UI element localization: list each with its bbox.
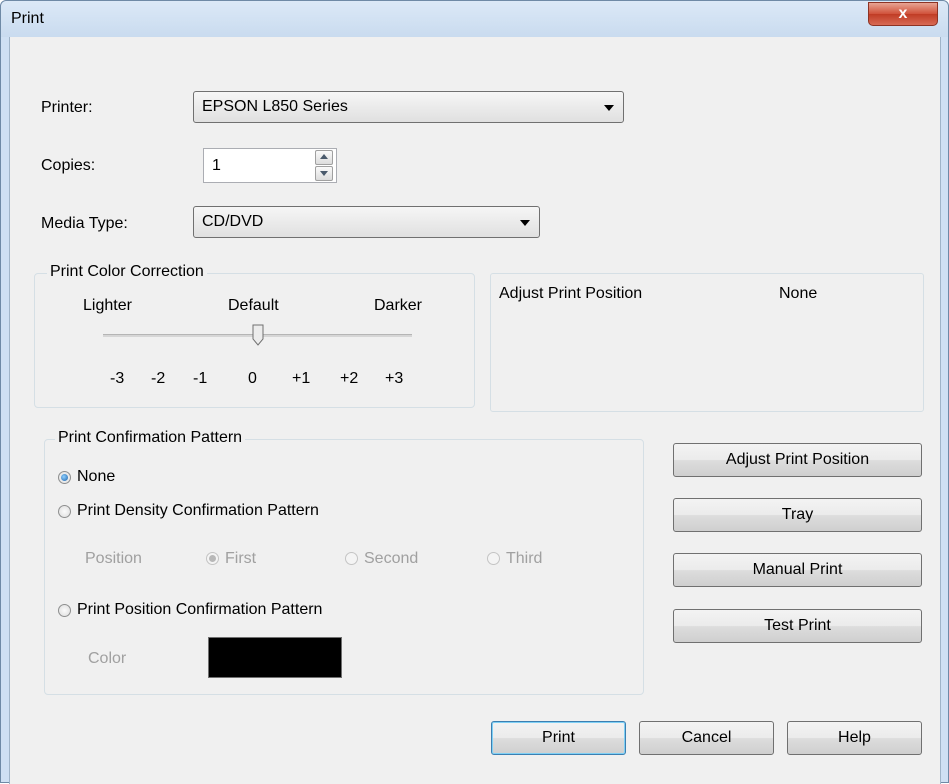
adjust-info-value: None: [779, 285, 818, 302]
confirmation-title: Print Confirmation Pattern: [55, 429, 246, 447]
printer-label: Printer:: [41, 99, 93, 116]
dialog-body: Printer: EPSON L850 Series Copies: 1 Med…: [9, 37, 941, 784]
third-radio-label[interactable]: Third: [506, 550, 542, 568]
arrow-down-icon: [320, 171, 328, 176]
density-radio[interactable]: [58, 505, 71, 518]
color-label: Color: [88, 650, 127, 667]
copies-increment-button[interactable]: [315, 150, 333, 165]
second-radio[interactable]: [345, 552, 358, 565]
position-pattern-radio-label[interactable]: Print Position Confirmation Pattern: [77, 601, 322, 619]
help-button[interactable]: Help: [787, 721, 922, 755]
adjust-print-position-button[interactable]: Adjust Print Position: [673, 443, 922, 477]
tick-label: -3: [110, 370, 125, 387]
none-radio[interactable]: [58, 471, 71, 484]
darker-label: Darker: [374, 297, 423, 314]
tick-label: -1: [193, 370, 208, 387]
manual-print-button[interactable]: Manual Print: [673, 553, 922, 587]
first-radio[interactable]: [206, 552, 219, 565]
adjust-info-label: Adjust Print Position: [499, 285, 643, 302]
media-type-label: Media Type:: [41, 215, 128, 232]
cancel-button[interactable]: Cancel: [639, 721, 774, 755]
first-radio-label[interactable]: First: [225, 550, 256, 568]
test-print-button[interactable]: Test Print: [673, 609, 922, 643]
lighter-label: Lighter: [83, 297, 132, 314]
color-swatch-button[interactable]: [208, 637, 342, 678]
tick-label: 0: [248, 370, 257, 387]
color-correction-title: Print Color Correction: [47, 263, 207, 281]
title-bar[interactable]: Print x: [1, 1, 948, 37]
position-pattern-radio[interactable]: [58, 604, 71, 617]
density-radio-label[interactable]: Print Density Confirmation Pattern: [77, 502, 319, 520]
copies-label: Copies:: [41, 157, 96, 174]
default-label: Default: [228, 297, 279, 314]
tick-label: +2: [340, 370, 359, 387]
copies-value: 1: [212, 157, 221, 174]
print-button[interactable]: Print: [491, 721, 626, 755]
none-radio-label[interactable]: None: [77, 468, 115, 486]
media-type-select[interactable]: CD/DVD: [193, 206, 540, 238]
printer-select-value: EPSON L850 Series: [202, 98, 348, 115]
print-dialog: Print x Printer: EPSON L850 Series Copie…: [0, 0, 949, 784]
close-icon: x: [898, 5, 908, 22]
color-correction-slider-thumb[interactable]: [252, 324, 264, 346]
tick-label: +1: [292, 370, 311, 387]
second-radio-label[interactable]: Second: [364, 550, 418, 568]
position-label: Position: [85, 550, 142, 567]
media-type-select-value: CD/DVD: [202, 213, 264, 230]
close-button[interactable]: x: [868, 2, 938, 26]
arrow-up-icon: [320, 154, 328, 159]
printer-select[interactable]: EPSON L850 Series: [193, 91, 624, 123]
window-title: Print: [11, 10, 44, 27]
third-radio[interactable]: [487, 552, 500, 565]
copies-decrement-button[interactable]: [315, 166, 333, 181]
tick-label: -2: [151, 370, 166, 387]
tray-button[interactable]: Tray: [673, 498, 922, 532]
chevron-down-icon: [604, 105, 614, 111]
tick-label: +3: [385, 370, 404, 387]
chevron-down-icon: [520, 220, 530, 226]
